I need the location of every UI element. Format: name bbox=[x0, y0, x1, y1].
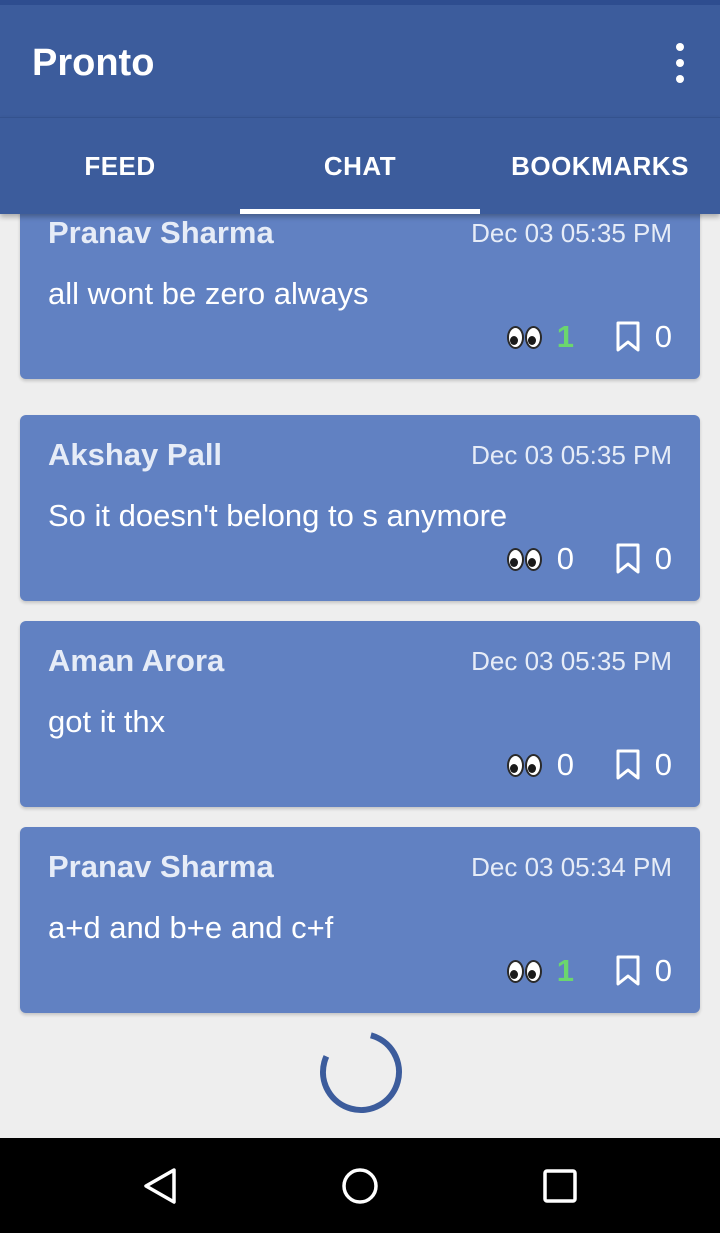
message-card[interactable]: Pranav Sharma Dec 03 05:35 PM all wont b… bbox=[20, 213, 700, 379]
message-sender: Pranav Sharma bbox=[48, 215, 274, 250]
bookmark-icon[interactable] bbox=[615, 543, 641, 575]
app-title: Pronto bbox=[32, 42, 155, 84]
bookmark-icon[interactable] bbox=[615, 749, 641, 781]
seen-count: 0 bbox=[556, 747, 574, 782]
message-text: all wont be zero always bbox=[48, 276, 369, 311]
message-sender: Aman Arora bbox=[48, 643, 225, 678]
loading-spinner bbox=[320, 1031, 402, 1113]
message-card[interactable]: Aman Arora Dec 03 05:35 PM got it thx 0 … bbox=[20, 621, 700, 807]
bookmark-count: 0 bbox=[654, 747, 672, 782]
seen-count: 1 bbox=[556, 953, 574, 988]
message-timestamp: Dec 03 05:35 PM bbox=[471, 218, 672, 248]
seen-count: 0 bbox=[556, 541, 574, 576]
tab-bookmarks[interactable]: BOOKMARKS bbox=[480, 118, 720, 214]
bookmark-icon[interactable] bbox=[615, 321, 641, 353]
message-meta: 1 0 bbox=[506, 319, 672, 355]
message-timestamp: Dec 03 05:35 PM bbox=[471, 440, 672, 470]
bookmark-count: 0 bbox=[654, 319, 672, 354]
message-text: a+d and b+e and c+f bbox=[48, 910, 334, 945]
message-timestamp: Dec 03 05:34 PM bbox=[471, 852, 672, 882]
message-sender: Pranav Sharma bbox=[48, 849, 274, 884]
home-icon[interactable] bbox=[338, 1164, 382, 1208]
eyes-icon[interactable] bbox=[506, 959, 543, 983]
back-icon[interactable] bbox=[138, 1164, 182, 1208]
message-timestamp: Dec 03 05:35 PM bbox=[471, 646, 672, 676]
more-vert-icon[interactable] bbox=[670, 43, 690, 83]
tab-feed[interactable]: FEED bbox=[0, 118, 240, 214]
system-nav-bar bbox=[0, 1138, 720, 1233]
seen-count: 1 bbox=[556, 319, 574, 354]
recents-icon[interactable] bbox=[538, 1164, 582, 1208]
message-text: So it doesn't belong to s anymore bbox=[48, 498, 508, 533]
eyes-icon[interactable] bbox=[506, 753, 543, 777]
eyes-icon[interactable] bbox=[506, 325, 543, 349]
tab-chat[interactable]: CHAT bbox=[240, 118, 480, 214]
bookmark-icon[interactable] bbox=[615, 955, 641, 987]
message-card[interactable]: Pranav Sharma Dec 03 05:34 PM a+d and b+… bbox=[20, 827, 700, 1013]
chat-message-list[interactable]: Pranav Sharma Dec 03 05:35 PM all wont b… bbox=[0, 213, 720, 1138]
bookmark-count: 0 bbox=[654, 541, 672, 576]
message-sender: Akshay Pall bbox=[48, 437, 223, 472]
message-meta: 1 0 bbox=[506, 953, 672, 989]
message-meta: 0 0 bbox=[506, 541, 672, 577]
message-meta: 0 0 bbox=[506, 747, 672, 783]
app-bar: Pronto bbox=[0, 5, 720, 117]
tab-bar: FEED CHAT BOOKMARKS bbox=[0, 117, 720, 214]
message-text: got it thx bbox=[48, 704, 166, 739]
bookmark-count: 0 bbox=[654, 953, 672, 988]
eyes-icon[interactable] bbox=[506, 547, 543, 571]
message-card[interactable]: Akshay Pall Dec 03 05:35 PM So it doesn'… bbox=[20, 415, 700, 601]
